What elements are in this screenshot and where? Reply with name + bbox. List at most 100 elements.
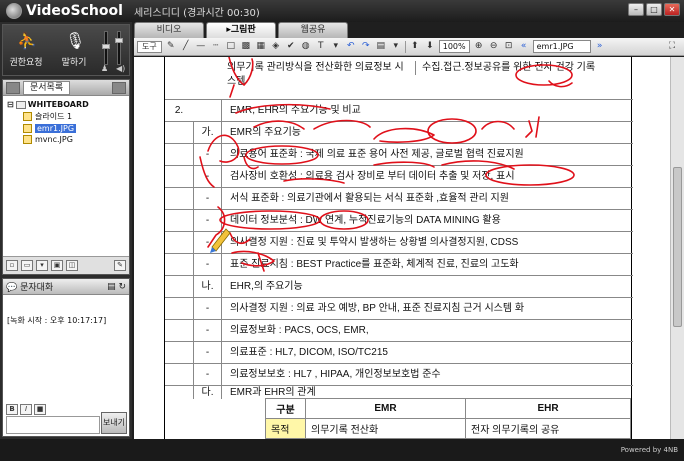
next-page-icon[interactable]: » (594, 41, 606, 53)
speaker-icon: ◀) (116, 64, 126, 73)
zoom-select[interactable]: 100% (438, 40, 470, 53)
tree-root-label: WHITEBOARD (27, 100, 89, 109)
top-right-cell: 수집.접근.정보공유를 위한 전자 건강 기록 (415, 61, 629, 75)
scrollbar-thumb[interactable] (673, 167, 682, 327)
download-icon[interactable]: ⬇ (424, 41, 436, 53)
table-row: 의무기록 관리방식을 전산화한 의료정보 시스템 수집.접근.정보공유를 위한 … (165, 57, 633, 97)
redo-icon[interactable]: ↷ (360, 41, 372, 53)
upload-icon[interactable]: ⬆ (409, 41, 421, 53)
section-row: 2. EMR, EHR의 주요기능 및 비교 (165, 99, 633, 122)
chat-input[interactable] (6, 416, 100, 434)
text-dropdown-icon[interactable]: ▾ (330, 41, 342, 53)
bold-icon[interactable]: B (6, 403, 18, 415)
list-bullet: - (193, 364, 221, 386)
layout-dropdown-icon[interactable]: ▾ (390, 41, 402, 53)
tab-whiteboard[interactable]: ▸그림판 (206, 22, 276, 38)
document-panel-tabs: 문서목록 (3, 80, 129, 96)
table-cell: 의무기록 전산화 (305, 418, 466, 439)
line-width-icon[interactable]: — (195, 41, 207, 53)
color-fill-icon[interactable]: ▦ (255, 41, 267, 53)
user-list-tab-icon[interactable] (6, 81, 20, 94)
table-header: EMR (305, 398, 466, 419)
speaker-volume-slider[interactable] (115, 31, 123, 65)
check-icon[interactable]: ✔ (285, 41, 297, 53)
list-bullet: - (193, 320, 221, 342)
list-bullet: - (193, 254, 221, 276)
list-item-text: 검사장비 호환성 : 의료용 검사 장비로 부터 데이터 추출 및 저장, 표시 (221, 166, 633, 188)
color-picker-icon[interactable]: ◍ (300, 41, 312, 53)
tree-item-slide1[interactable]: 슬라이드 1 (23, 111, 125, 122)
image-icon[interactable]: ▣ (51, 260, 63, 271)
list-item: - 표준 진료지침 : BEST Practice를 표준화, 체계적 진료, … (165, 253, 633, 276)
tab-video[interactable]: 비디오 (134, 22, 204, 38)
maximize-button[interactable]: □ (646, 3, 662, 16)
edit-icon[interactable]: ✎ (114, 260, 126, 271)
window-controls: – □ ✕ (628, 3, 680, 16)
folder-tab-icon[interactable] (112, 81, 126, 94)
list-item: - 의료표준 : HL7, DICOM, ISO/TC215 (165, 341, 633, 364)
list-item: - 검사장비 호환성 : 의료용 검사 장비로 부터 데이터 추출 및 저장, … (165, 165, 633, 188)
request-permission-button[interactable]: ⛹ 권한요청 (5, 29, 47, 73)
fullscreen-icon[interactable]: ⛶ (666, 41, 678, 53)
list-item-text: 의사결정 지원 : 진료 및 투약시 발생하는 상황별 의사결정지원, CDSS (221, 232, 633, 254)
prev-page-icon[interactable]: « (518, 41, 530, 53)
tree-root[interactable]: ⊟ WHITEBOARD (7, 100, 125, 109)
zoom-in-icon[interactable]: ⊕ (473, 41, 485, 53)
zoom-out-icon[interactable]: ⊖ (488, 41, 500, 53)
section-number: 2. (174, 105, 184, 116)
mic-volume-knob[interactable] (102, 44, 110, 49)
list-bullet: - (193, 144, 221, 166)
top-left-cell: 의무기록 관리방식을 전산화한 의료정보 시스템 (227, 62, 404, 87)
section-title: EMR, EHR의 주요기능 및 비교 (221, 100, 633, 122)
mic-volume-slider[interactable] (102, 31, 110, 65)
collapse-icon: ⊟ (7, 100, 14, 109)
save-log-icon[interactable]: ▤ (107, 282, 116, 292)
tool-menu[interactable]: 도구 (137, 40, 162, 53)
list-item-text: 의료정보보호 : HL7 , HIPAA, 개인정보보호법 준수 (221, 364, 633, 386)
subsection-row: 다. EMR과 EHR의 관계 (165, 385, 633, 399)
eraser-icon[interactable]: ◈ (270, 41, 282, 53)
rectangle-icon[interactable]: □ (225, 41, 237, 53)
subsection-number: 가. (193, 122, 221, 144)
whiteboard-canvas[interactable]: 의무기록 관리방식을 전산화한 의료정보 시스템 수집.접근.정보공유를 위한 … (134, 57, 670, 439)
dropdown-icon[interactable]: ▾ (36, 260, 48, 271)
minimize-button[interactable]: – (628, 3, 644, 16)
list-item-text: 의료용어 표준화 : 국제 의료 표준 용어 사전 제공, 글로벌 협력 진료지… (221, 144, 633, 166)
list-item: - 의료정보보호 : HL7 , HIPAA, 개인정보보호법 준수 (165, 363, 633, 386)
tab-web-share[interactable]: 웹공유 (278, 22, 348, 38)
mic-button[interactable]: 🎙 말하기 (53, 29, 95, 73)
fit-icon[interactable]: ⊡ (503, 41, 515, 53)
session-title: 세리스디디 (경과시간 00:30) (134, 8, 260, 19)
subsection-row: 가. EMR의 주요기능 (165, 121, 633, 144)
pen-icon[interactable]: ✎ (165, 41, 177, 53)
new-document-icon[interactable]: ▫ (6, 260, 18, 271)
list-item: - 서식 표준화 : 의료기관에서 활용되는 서식 표준화 ,효율적 관리 지원 (165, 187, 633, 210)
fill-rectangle-icon[interactable]: ▩ (240, 41, 252, 53)
send-button[interactable]: 보내기 (101, 412, 127, 434)
open-folder-icon[interactable]: ▭ (21, 260, 33, 271)
logo-text: VideoSchool (26, 3, 123, 19)
undo-icon[interactable]: ↶ (345, 41, 357, 53)
list-item: - 의사결정 지원 : 진료 및 투약시 발생하는 상황별 의사결정지원, CD… (165, 231, 633, 254)
dash-icon[interactable]: ┄ (210, 41, 222, 53)
speaker-volume-knob[interactable] (115, 38, 123, 43)
powered-by: Powered by 4NB (620, 446, 678, 454)
document-list-tab[interactable]: 문서목록 (23, 80, 71, 95)
close-button[interactable]: ✕ (664, 3, 680, 16)
text-icon[interactable]: T (315, 41, 327, 53)
chat-log: [녹화 시작 : 오후 10:17:17] (7, 316, 107, 325)
layout-icon[interactable]: ▤ (375, 41, 387, 53)
tree-item-mvnc[interactable]: mvnc.JPG (23, 135, 125, 144)
list-bullet: - (193, 232, 221, 254)
app-window: VideoSchool 세리스디디 (경과시간 00:30) – □ ✕ ⛹ 권… (0, 0, 684, 461)
page-select[interactable]: emr1.JPG (532, 40, 591, 53)
tree-item-emr1[interactable]: emr1.JPG (23, 124, 125, 133)
line-icon[interactable]: ╱ (180, 41, 192, 53)
color-icon[interactable]: ■ (34, 403, 46, 415)
italic-icon[interactable]: I (20, 403, 32, 415)
refresh-icon[interactable]: ↻ (118, 282, 126, 292)
vertical-scrollbar[interactable] (670, 57, 684, 439)
person-icon: ♟ (101, 64, 109, 73)
list-item-text: 서식 표준화 : 의료기관에서 활용되는 서식 표준화 ,효율적 관리 지원 (221, 188, 633, 210)
save-icon[interactable]: ◫ (66, 260, 78, 271)
